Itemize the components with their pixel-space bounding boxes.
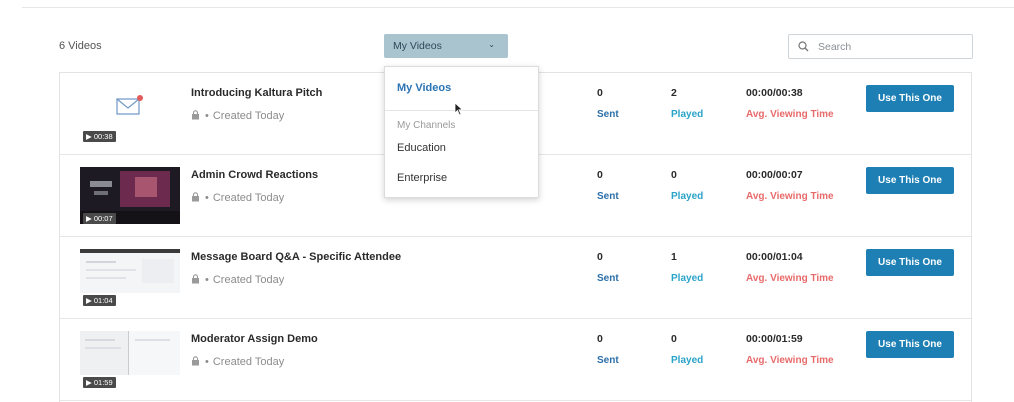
video-thumbnail[interactable]: ▶ 00:07 [80, 167, 180, 224]
played-label: Played [671, 273, 704, 284]
played-label: Played [671, 191, 704, 202]
duration-badge: ▶ 01:59 [83, 377, 116, 388]
viewing-time: 00:00/01:04 [746, 251, 803, 263]
sent-label: Sent [597, 355, 619, 366]
sent-count: 0 [597, 169, 603, 181]
filter-dropdown[interactable]: My Videos ⌄ [384, 34, 508, 58]
chevron-down-icon: ⌄ [488, 40, 495, 49]
sent-label: Sent [597, 191, 619, 202]
created-label: Created Today [212, 110, 285, 122]
video-thumbnail[interactable]: ▶ 01:04 [80, 249, 180, 306]
played-count: 0 [671, 169, 677, 181]
video-meta: • Created Today [191, 274, 284, 286]
sent-count: 0 [597, 251, 603, 263]
filter-dropdown-menu: My Videos My Channels Education Enterpri… [384, 66, 539, 198]
lock-icon [192, 274, 199, 284]
avg-viewing-label: Avg. Viewing Time [746, 191, 834, 202]
video-title[interactable]: Moderator Assign Demo [191, 333, 318, 345]
video-meta: • Created Today [191, 356, 284, 368]
use-this-one-button[interactable]: Use This One [866, 85, 954, 112]
played-count: 0 [671, 333, 677, 345]
top-divider [22, 7, 1014, 8]
sent-label: Sent [597, 273, 619, 284]
lock-icon [192, 110, 199, 120]
video-meta: • Created Today [191, 192, 284, 204]
played-label: Played [671, 109, 704, 120]
viewing-time: 00:00/00:38 [746, 87, 803, 99]
menu-item-my-videos[interactable]: My Videos [397, 82, 451, 94]
menu-item-education[interactable]: Education [397, 142, 446, 154]
video-title[interactable]: Message Board Q&A - Specific Attendee [191, 251, 401, 263]
avg-viewing-label: Avg. Viewing Time [746, 355, 834, 366]
viewing-time: 00:00/01:59 [746, 333, 803, 345]
played-count: 2 [671, 87, 677, 99]
use-this-one-button[interactable]: Use This One [866, 331, 954, 358]
search-box[interactable] [788, 34, 973, 59]
created-label: Created Today [212, 356, 285, 368]
menu-section-header: My Channels [397, 120, 456, 131]
created-label: Created Today [212, 274, 285, 286]
video-meta: • Created Today [191, 110, 284, 122]
video-thumbnail[interactable]: ▶ 01:59 [80, 331, 180, 388]
duration-badge: ▶ 00:38 [83, 131, 116, 142]
lock-icon [192, 356, 199, 366]
sent-count: 0 [597, 333, 603, 345]
search-input[interactable] [818, 39, 963, 54]
video-thumbnail[interactable]: ▶ 00:38 [80, 85, 180, 142]
created-label: Created Today [212, 192, 285, 204]
video-title[interactable]: Introducing Kaltura Pitch [191, 87, 322, 99]
viewing-time: 00:00/00:07 [746, 169, 803, 181]
use-this-one-button[interactable]: Use This One [866, 249, 954, 276]
search-icon [798, 41, 809, 52]
video-count: 6 Videos [59, 40, 102, 52]
played-count: 1 [671, 251, 677, 263]
video-title[interactable]: Admin Crowd Reactions [191, 169, 318, 181]
lock-icon [192, 192, 199, 202]
use-this-one-button[interactable]: Use This One [866, 167, 954, 194]
video-row: ▶ 01:59 Moderator Assign Demo • Created T… [60, 319, 971, 401]
avg-viewing-label: Avg. Viewing Time [746, 273, 834, 284]
video-row: ▶ 01:04 Message Board Q&A - Specific Att… [60, 237, 971, 319]
duration-badge: ▶ 01:04 [83, 295, 116, 306]
duration-badge: ▶ 00:07 [83, 213, 116, 224]
mouse-cursor-icon [454, 102, 464, 116]
filter-dropdown-label: My Videos [393, 40, 442, 52]
sent-label: Sent [597, 109, 619, 120]
avg-viewing-label: Avg. Viewing Time [746, 109, 834, 120]
sent-count: 0 [597, 87, 603, 99]
played-label: Played [671, 355, 704, 366]
menu-item-enterprise[interactable]: Enterprise [397, 172, 447, 184]
